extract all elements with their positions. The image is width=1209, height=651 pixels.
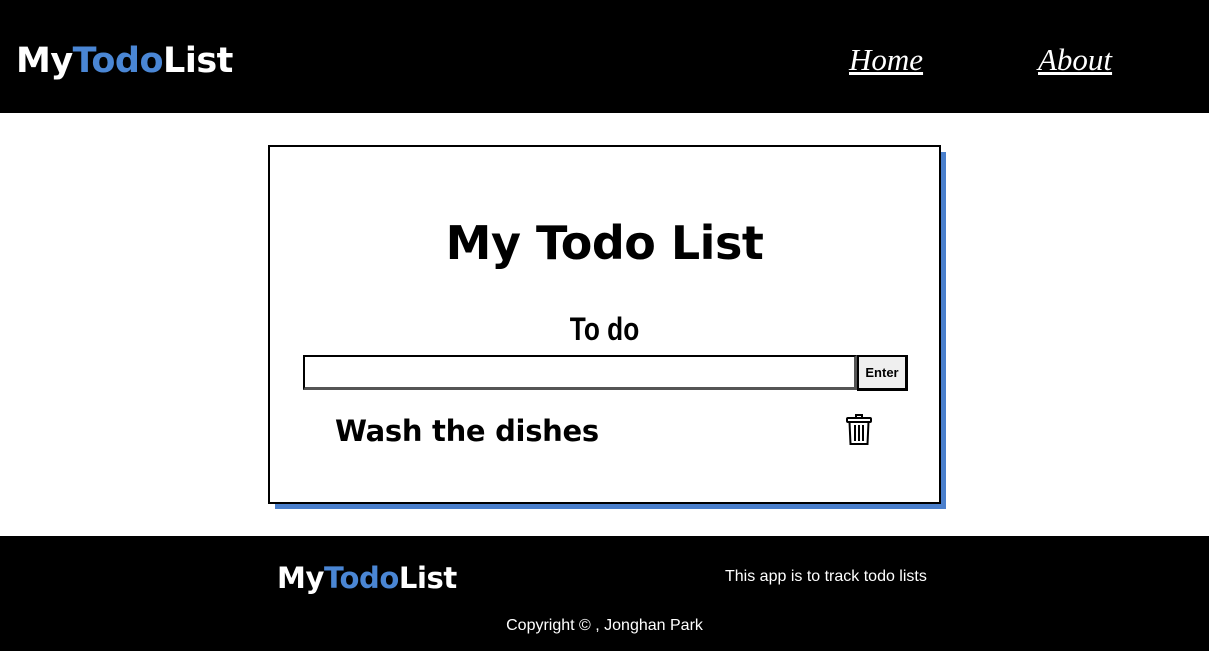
- footer-logo-text-todo: Todo: [323, 561, 399, 595]
- page-title: My Todo List: [445, 216, 764, 270]
- delete-todo-button[interactable]: [843, 413, 875, 447]
- logo-text-todo: Todo: [72, 41, 164, 81]
- footer-logo-text-my: My: [277, 561, 324, 595]
- footer-logo: MyTodoList: [277, 559, 457, 597]
- todo-card: My Todo List To do Enter Wash the dishes: [268, 145, 941, 504]
- logo-text-list: List: [163, 41, 233, 81]
- copyright-text: Copyright © , Jonghan Park: [506, 617, 703, 634]
- trash-icon: [846, 414, 872, 445]
- todo-item-text: Wash the dishes: [335, 414, 599, 448]
- logo-text-my: My: [16, 41, 73, 81]
- nav-link-about[interactable]: About: [1038, 40, 1112, 80]
- enter-button[interactable]: Enter: [857, 355, 908, 391]
- site-header: MyTodoList Home About: [0, 0, 1209, 113]
- site-footer: MyTodoList This app is to track todo lis…: [0, 536, 1209, 651]
- todo-list-item: Wash the dishes: [303, 409, 911, 453]
- nav-link-home[interactable]: Home: [849, 40, 923, 80]
- footer-description: This app is to track todo lists: [725, 568, 927, 585]
- todo-input[interactable]: [303, 355, 857, 390]
- todo-section-label: To do: [569, 311, 640, 347]
- footer-logo-text-list: List: [398, 561, 457, 595]
- site-logo[interactable]: MyTodoList: [16, 38, 233, 84]
